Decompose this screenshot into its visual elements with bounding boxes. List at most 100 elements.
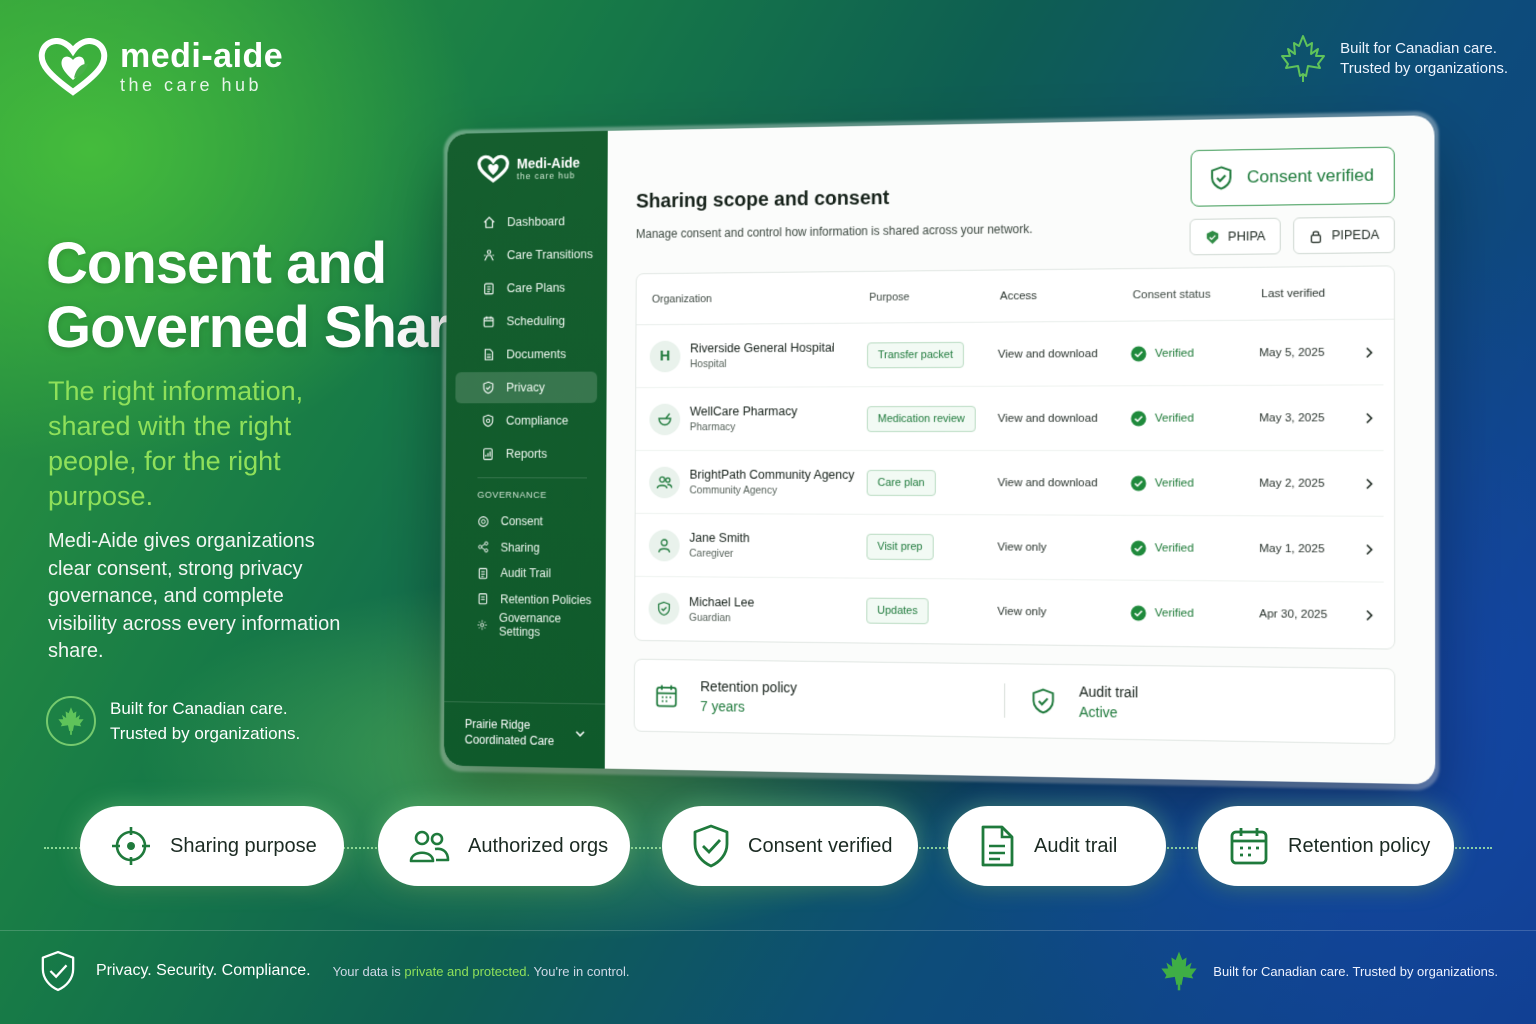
org-type: Pharmacy: [689, 421, 736, 434]
sidebar-item-care-transitions[interactable]: Care Transitions: [456, 238, 598, 271]
sidebar-item-sharing[interactable]: Sharing: [454, 534, 596, 561]
chevron-right-icon[interactable]: [1364, 609, 1374, 621]
table-row[interactable]: BrightPath Community Agency Community Age…: [635, 450, 1384, 517]
check-circle-icon: [1130, 605, 1147, 621]
check-circle-icon: [1131, 345, 1147, 362]
maple-leaf-icon: [1281, 35, 1326, 82]
sidebar-item-label: Sharing: [500, 540, 540, 555]
pipeda-pill[interactable]: PIPEDA: [1293, 216, 1395, 255]
hero-badge-line1: Built for Canadian care.: [110, 699, 288, 718]
lock-icon: [1309, 228, 1323, 243]
org-name: BrightPath Community Agency: [689, 467, 855, 482]
last-verified-date: May 3, 2025: [1259, 411, 1325, 425]
table-row[interactable]: Michael Lee Guardian Updates View only Ve…: [635, 577, 1384, 649]
hero-description: Medi-Aide gives organizations clear cons…: [48, 530, 341, 662]
org-name: WellCare Pharmacy: [689, 404, 798, 419]
retention-value: 7 years: [700, 698, 745, 715]
footer-text-highlight: private and protected.: [404, 963, 531, 979]
sidebar-item-care-plans[interactable]: Care Plans: [456, 272, 598, 305]
consent-verified-badge: Consent verified: [1190, 146, 1395, 207]
last-verified-date: May 2, 2025: [1259, 477, 1325, 490]
share-icon: [477, 541, 489, 554]
check-circle-icon: [1130, 410, 1147, 426]
chevron-right-icon[interactable]: [1364, 412, 1374, 424]
sidebar-item-dashboard[interactable]: Dashboard: [456, 205, 598, 238]
brand-name: medi-aide: [120, 36, 284, 75]
feature-authorized-orgs[interactable]: Authorized orgs: [378, 806, 630, 886]
consent-status: Verified: [1154, 476, 1194, 490]
table-row[interactable]: WellCare Pharmacy Pharmacy Medication rev…: [635, 385, 1384, 452]
feature-sharing-purpose[interactable]: Sharing purpose: [80, 806, 344, 886]
check-circle-icon: [1130, 540, 1147, 556]
shield-check-icon: [481, 414, 494, 428]
target-icon: [112, 827, 150, 865]
sidebar-brand-sub: the care hub: [516, 170, 576, 182]
feature-retention-policy[interactable]: Retention policy: [1198, 806, 1454, 886]
main-panel: Sharing scope and consent Manage consent…: [605, 115, 1435, 784]
sidebar-item-audit-trail[interactable]: Audit Trail: [454, 560, 596, 587]
sidebar-item-label: Care Transitions: [506, 247, 593, 263]
sidebar-item-governance-settings[interactable]: Governance Settings: [454, 611, 596, 639]
hero-badge: Built for Canadian care. Trusted by orga…: [46, 696, 300, 746]
phipa-pill[interactable]: PHIPA: [1189, 217, 1281, 256]
shield-check-icon: [1029, 686, 1057, 717]
person-icon: [648, 529, 680, 561]
retention-policy-summary[interactable]: Retention policy 7 years: [635, 677, 1004, 718]
consent-status: Verified: [1154, 541, 1194, 555]
top-right-trust: Built for Canadian care. Trusted by orga…: [1280, 34, 1508, 84]
pipeda-label: PIPEDA: [1331, 227, 1380, 243]
last-verified-date: May 5, 2025: [1259, 346, 1325, 359]
footer-privacy: Privacy. Security. Compliance. Your data…: [40, 950, 630, 992]
access-level: View only: [997, 540, 1047, 554]
brand-tagline: the care hub: [120, 74, 263, 95]
sharing-table: Organization Purpose Access Consent stat…: [634, 265, 1396, 650]
column-header-last-verified: Last verified: [1261, 287, 1326, 300]
chevron-right-icon[interactable]: [1364, 543, 1374, 555]
chevron-right-icon[interactable]: [1364, 477, 1374, 489]
last-verified-date: May 1, 2025: [1259, 542, 1325, 555]
hospital-avatar: H: [649, 340, 681, 372]
policy-summary-panel: Retention policy 7 years Audit trail Activ…: [633, 658, 1396, 745]
feature-label: Sharing purpose: [170, 834, 317, 857]
feature-consent-verified[interactable]: Consent verified: [662, 806, 918, 886]
transitions-icon: [482, 249, 495, 263]
sidebar-item-label: Dashboard: [507, 214, 565, 229]
people-icon: [649, 466, 680, 498]
org-switcher-line2: Coordinated Care: [464, 732, 555, 748]
sidebar-item-retention-policies[interactable]: Retention Policies: [454, 586, 596, 613]
feature-audit-trail[interactable]: Audit trail: [948, 806, 1166, 886]
consent-status: Verified: [1154, 607, 1194, 620]
org-type: Guardian: [688, 611, 731, 624]
sidebar-item-label: Retention Policies: [500, 592, 592, 607]
heart-logo-icon: [38, 38, 108, 96]
document-icon: [981, 825, 1014, 867]
footer-text: Your data is private and protected. You'…: [333, 964, 630, 979]
org-type: Caregiver: [689, 547, 734, 560]
table-row[interactable]: Jane Smith Caregiver Visit prep View only…: [635, 513, 1384, 583]
feature-label: Audit trail: [1034, 834, 1118, 857]
chevron-right-icon[interactable]: [1364, 346, 1374, 358]
sidebar-item-documents[interactable]: Documents: [456, 338, 598, 370]
top-right-line1: Built for Canadian care.: [1340, 40, 1497, 57]
feature-label: Authorized orgs: [468, 834, 609, 857]
guardian-shield-icon: [648, 592, 680, 625]
shield-check-icon: [1208, 164, 1235, 193]
sidebar-item-compliance[interactable]: Compliance: [455, 405, 597, 436]
sidebar-item-scheduling[interactable]: Scheduling: [456, 305, 598, 337]
sidebar-item-consent[interactable]: Consent: [455, 508, 597, 535]
compliance-pills: PHIPA PIPEDA: [1189, 216, 1395, 256]
footer-text-before: Your data is: [332, 963, 401, 979]
hero-tagline: The right information, shared with the r…: [48, 376, 304, 511]
footer-divider: [0, 930, 1536, 931]
audit-icon: [477, 567, 489, 580]
retention-title: Retention policy: [700, 678, 798, 696]
report-icon: [481, 447, 494, 461]
leaf-badge-icon: [1206, 230, 1218, 244]
audit-trail-summary[interactable]: Audit trail Active: [1005, 682, 1395, 724]
sidebar-item-reports[interactable]: Reports: [455, 438, 597, 469]
hero-badge-line2: Trusted by organizations.: [110, 724, 301, 743]
table-row[interactable]: H Riverside General Hospital Hospital Tran…: [636, 319, 1384, 389]
sidebar-item-label: Documents: [506, 347, 567, 362]
org-switcher[interactable]: Prairie Ridge Coordinated Care: [443, 701, 606, 769]
sidebar-item-privacy[interactable]: Privacy: [455, 371, 598, 404]
